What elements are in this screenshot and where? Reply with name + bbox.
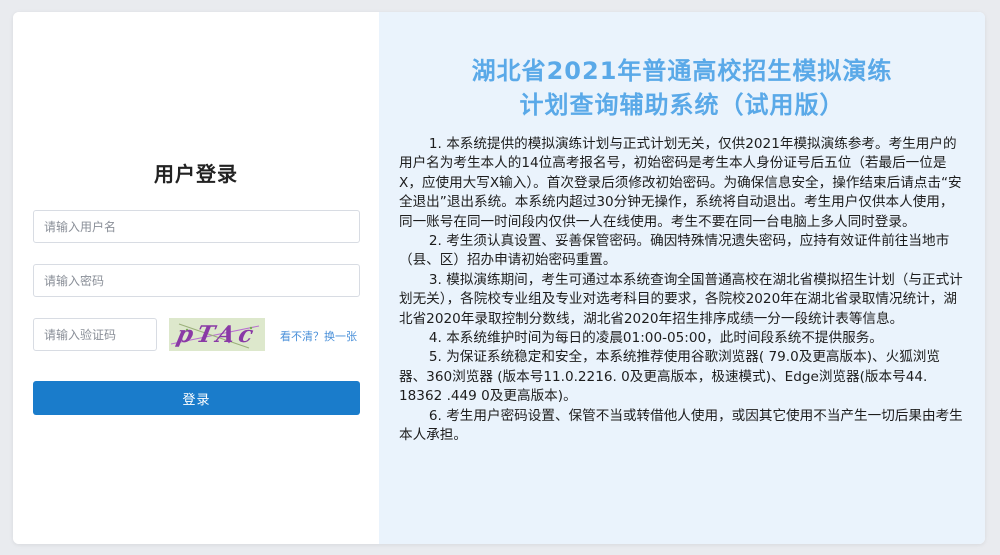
login-title: 用户登录 bbox=[154, 162, 238, 186]
refresh-captcha-link[interactable]: 看不清？换一张 bbox=[280, 328, 357, 344]
captcha-input[interactable] bbox=[33, 318, 157, 351]
notice-paragraph-4: 4. 本系统维护时间为每日的凌晨01:00-05:00，此时间段系统不提供服务。 bbox=[428, 330, 883, 347]
username-input[interactable] bbox=[33, 210, 360, 243]
notice-paragraph-3: 3. 模拟演练期间，考生可通过本系统查询全国普通高校在湖北省模拟招生计划（与正式… bbox=[399, 271, 963, 327]
notice-paragraph-6: 6. 考生用户密码设置、保管不当或转借他人使用，或因其它使用不当产生一切后果由考… bbox=[399, 407, 963, 444]
info-panel: 湖北省2021年普通高校招生模拟演练 计划查询辅助系统（试用版） 1. 本系统提… bbox=[379, 12, 985, 544]
system-title-line2: 计划查询辅助系统（试用版） bbox=[519, 91, 845, 119]
notice-paragraph-2: 2. 考生须认真设置、妥善保管密码。确因特殊情况遗失密码，应持有效证件前往当地市… bbox=[399, 233, 950, 269]
login-panel: 用户登录 pTAc 看不清？换一张 登录 bbox=[13, 12, 379, 544]
login-button[interactable]: 登录 bbox=[33, 381, 360, 415]
system-title-line1: 湖北省2021年普通高校招生模拟演练 bbox=[471, 57, 893, 85]
main-card: 用户登录 pTAc 看不清？换一张 登录 湖北省2021年普通高校招生模拟演练 … bbox=[13, 12, 985, 544]
notice-text: 1. 本系统提供的模拟演练计划与正式计划无关，仅供2021年模拟演练参考。考生用… bbox=[399, 135, 965, 446]
system-title: 湖北省2021年普通高校招生模拟演练 计划查询辅助系统（试用版） bbox=[379, 54, 985, 122]
notice-paragraph-5: 5. 为保证系统稳定和安全，本系统推荐使用谷歌浏览器( 79.0及更高版本)、火… bbox=[399, 349, 940, 405]
password-input[interactable] bbox=[33, 264, 360, 297]
captcha-text: pTAc bbox=[174, 321, 260, 348]
notice-paragraph-1: 1. 本系统提供的模拟演练计划与正式计划无关，仅供2021年模拟演练参考。考生用… bbox=[399, 136, 962, 230]
captcha-image[interactable]: pTAc bbox=[169, 318, 265, 351]
